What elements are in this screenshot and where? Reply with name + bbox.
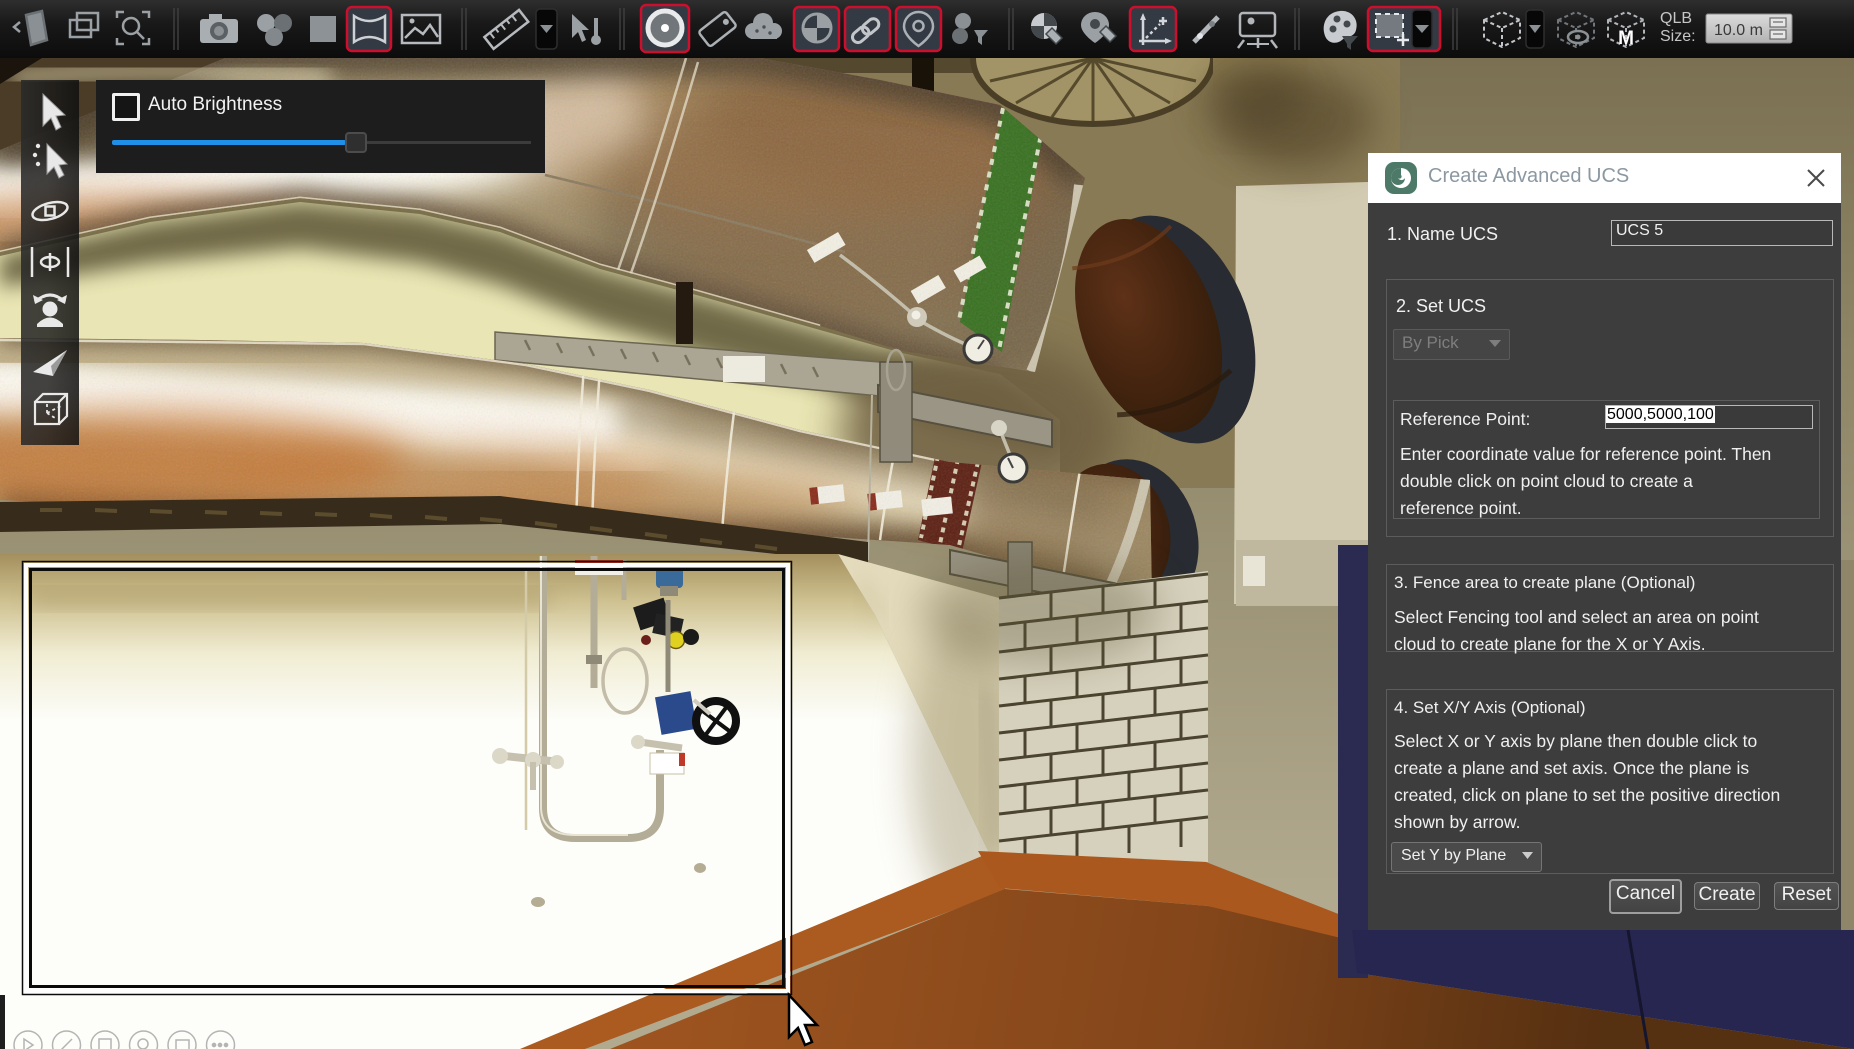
- svg-text:10.0 m: 10.0 m: [1714, 22, 1763, 39]
- svg-text:Size:: Size:: [1660, 28, 1696, 45]
- svg-text:QLB: QLB: [1660, 10, 1692, 27]
- svg-text:M: M: [1618, 28, 1634, 49]
